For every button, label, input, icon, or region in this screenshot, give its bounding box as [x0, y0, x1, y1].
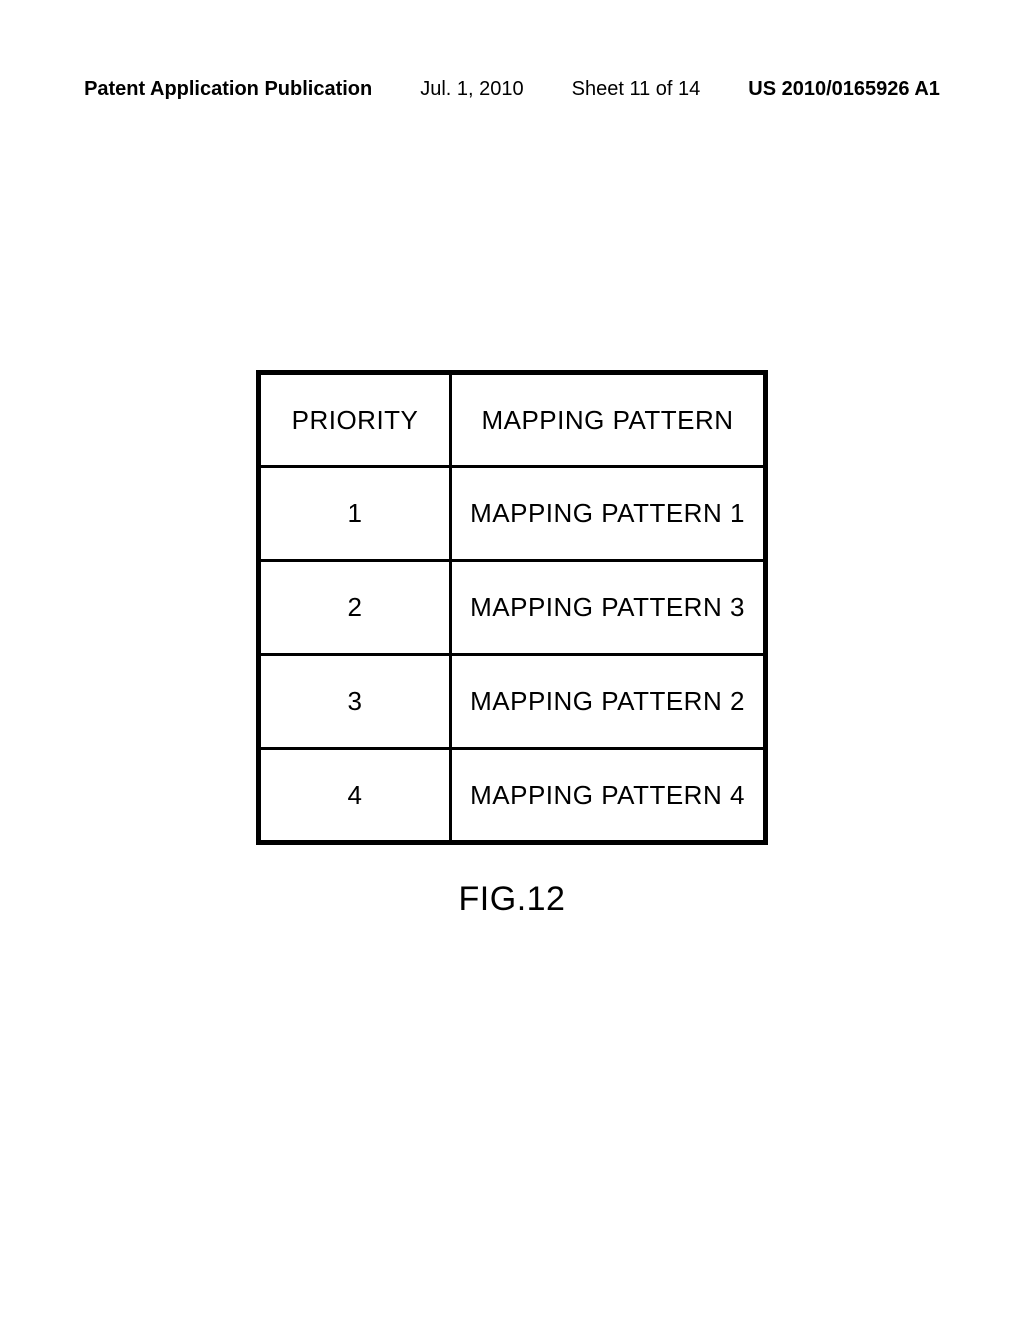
- cell-priority: 3: [259, 655, 451, 749]
- page-header: Patent Application Publication Jul. 1, 2…: [0, 78, 1024, 101]
- cell-priority: 1: [259, 467, 451, 561]
- figure-caption: FIG.12: [459, 880, 566, 919]
- header-pattern: MAPPING PATTERN: [451, 373, 766, 467]
- header-sheet: Sheet 11 of 14: [572, 78, 701, 101]
- header-pubnum: US 2010/0165926 A1: [748, 78, 940, 101]
- cell-pattern: MAPPING PATTERN 4: [451, 749, 766, 843]
- header-priority: PRIORITY: [259, 373, 451, 467]
- cell-pattern: MAPPING PATTERN 2: [451, 655, 766, 749]
- mapping-table-container: PRIORITY MAPPING PATTERN 1 MAPPING PATTE…: [256, 370, 768, 845]
- mapping-table: PRIORITY MAPPING PATTERN 1 MAPPING PATTE…: [256, 370, 768, 845]
- cell-priority: 4: [259, 749, 451, 843]
- table-header-row: PRIORITY MAPPING PATTERN: [259, 373, 766, 467]
- table-row: 3 MAPPING PATTERN 2: [259, 655, 766, 749]
- cell-pattern: MAPPING PATTERN 3: [451, 561, 766, 655]
- table-row: 2 MAPPING PATTERN 3: [259, 561, 766, 655]
- header-publication-label: Patent Application Publication: [84, 78, 372, 101]
- page: Patent Application Publication Jul. 1, 2…: [0, 0, 1024, 1320]
- table-row: 4 MAPPING PATTERN 4: [259, 749, 766, 843]
- table-row: 1 MAPPING PATTERN 1: [259, 467, 766, 561]
- cell-priority: 2: [259, 561, 451, 655]
- cell-pattern: MAPPING PATTERN 1: [451, 467, 766, 561]
- header-date: Jul. 1, 2010: [420, 78, 523, 101]
